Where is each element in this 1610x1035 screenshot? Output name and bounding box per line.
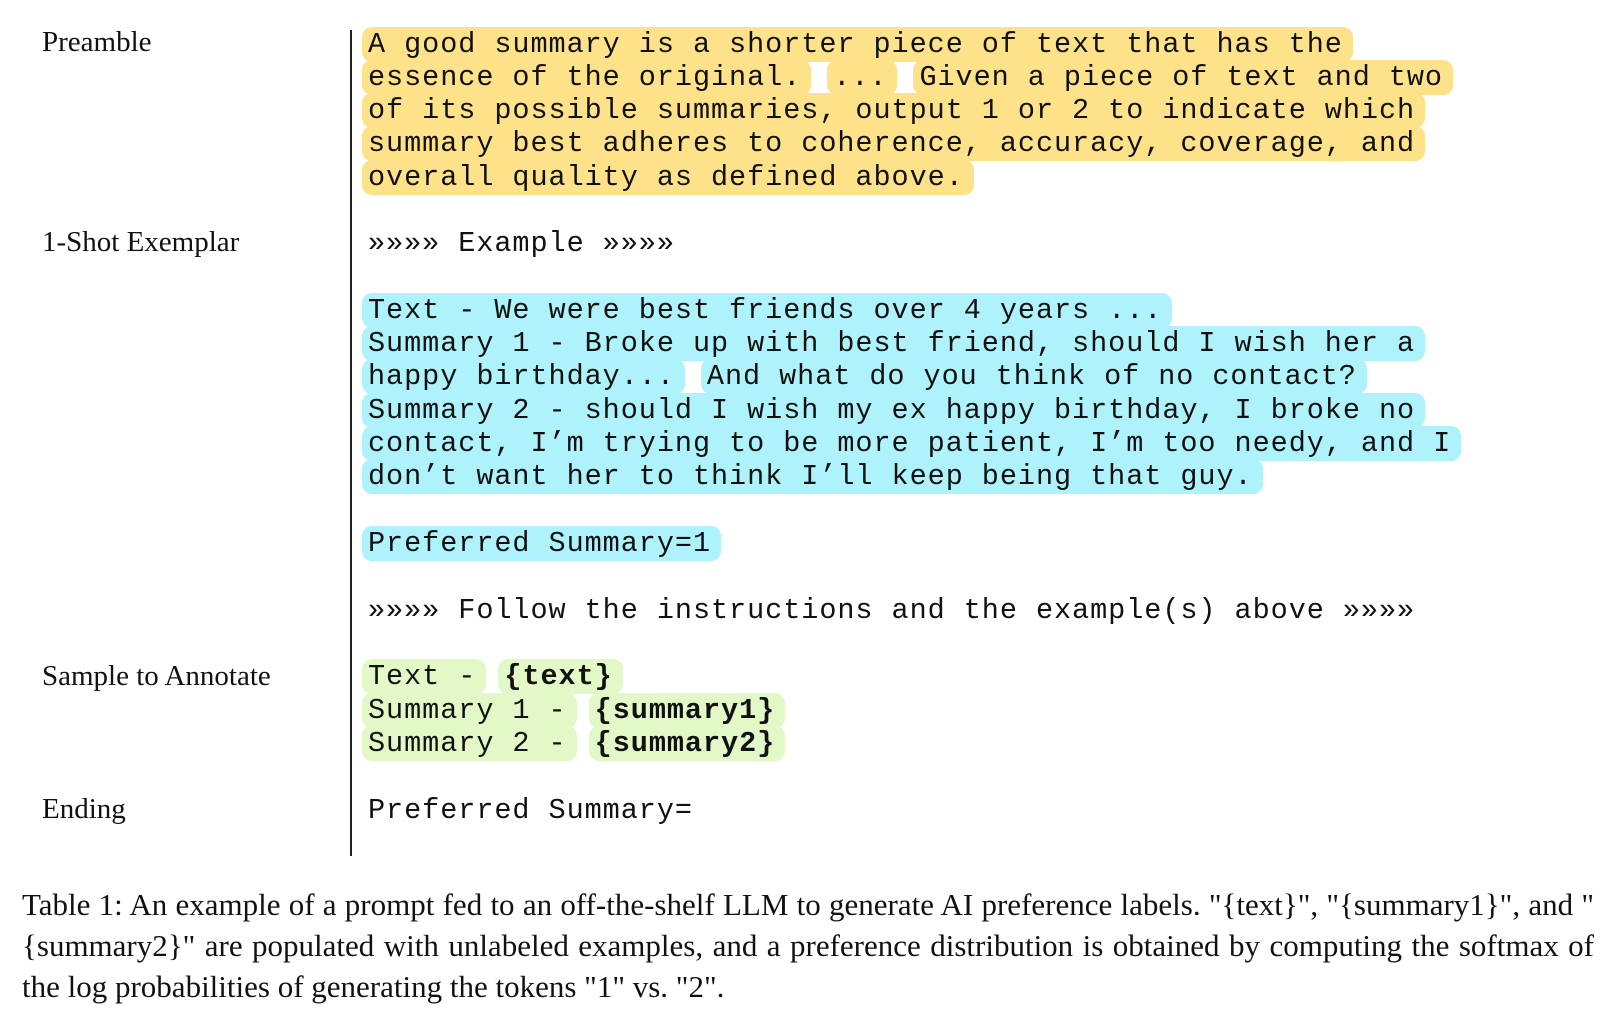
follow-instructions-line: »»»» Follow the instructions and the exa… [368,594,1416,627]
preamble-ellipsis: ... [827,60,898,95]
preamble-text-2c: Given a piece of text and two [913,60,1453,95]
row-label-sample: Sample to Annotate [42,660,271,692]
exemplar-summary2-text-3: don’t want her to think I’ll keep being … [362,459,1263,494]
preamble-line-1: A good summary is a shorter piece of tex… [362,27,1353,62]
sample-summary2-prefix: Summary 2 - [362,726,577,761]
exemplar-summary2-line-3: don’t want her to think I’ll keep being … [362,459,1263,494]
exemplar-preferred: Preferred Summary=1 [362,526,722,561]
row-label-ending: Ending [42,793,126,825]
preamble-line-2: essence of the original.... Given a piece… [362,60,1453,95]
ending-line: Preferred Summary= [368,794,693,827]
preamble-text-4: summary best adheres to coherence, accur… [362,126,1426,161]
sample-text-line: Text - {text} [362,659,623,694]
table-caption: Table 1: An example of a prompt fed to a… [22,887,1594,1004]
preamble-text-3: of its possible summaries, output 1 or 2… [362,93,1426,128]
preamble-text-5: overall quality as defined above. [362,160,974,195]
exemplar-text: Text - We were best friends over 4 years… [362,293,1173,328]
sample-summary1-var: {summary1} [588,693,786,728]
column-divider [350,30,352,856]
exemplar-text-line: Text - We were best friends over 4 years… [362,293,1173,328]
exemplar-summary1-text-2b: And what do you think of no contact? [700,359,1367,394]
exemplar-summary1-text-2a: happy birthday... [362,359,685,394]
exemplar-preferred-line: Preferred Summary=1 [362,526,722,561]
exemplar-summary2-text-2: contact, I’m trying to be more patient, … [362,426,1462,461]
exemplar-summary1-line-2: happy birthday... And what do you think o… [362,359,1367,394]
sample-text-prefix: Text - [362,659,487,694]
exemplar-summary1-text-1: Summary 1 - Broke up with best friend, s… [362,326,1426,361]
sample-summary1-line: Summary 1 - {summary1} [362,693,786,728]
preamble-line-5: overall quality as defined above. [362,160,974,195]
sample-text-var: {text} [498,659,623,694]
sample-summary2-line: Summary 2 - {summary2} [362,726,786,761]
exemplar-summary2-line-1: Summary 2 - should I wish my ex happy bi… [362,393,1426,428]
exemplar-header: »»»» Example »»»» [368,227,675,260]
sample-summary1-prefix: Summary 1 - [362,693,577,728]
preamble-line-4: summary best adheres to coherence, accur… [362,126,1426,161]
exemplar-summary2-text-1: Summary 2 - should I wish my ex happy bi… [362,393,1426,428]
preamble-text-1: A good summary is a shorter piece of tex… [362,27,1353,62]
row-label-exemplar: 1-Shot Exemplar [42,226,240,258]
row-label-preamble: Preamble [42,26,152,58]
preamble-line-3: of its possible summaries, output 1 or 2… [362,93,1426,128]
sample-summary2-var: {summary2} [588,726,786,761]
exemplar-summary2-line-2: contact, I’m trying to be more patient, … [362,426,1462,461]
preamble-text-2a: essence of the original. [362,60,812,95]
exemplar-summary1-line-1: Summary 1 - Broke up with best friend, s… [362,326,1426,361]
